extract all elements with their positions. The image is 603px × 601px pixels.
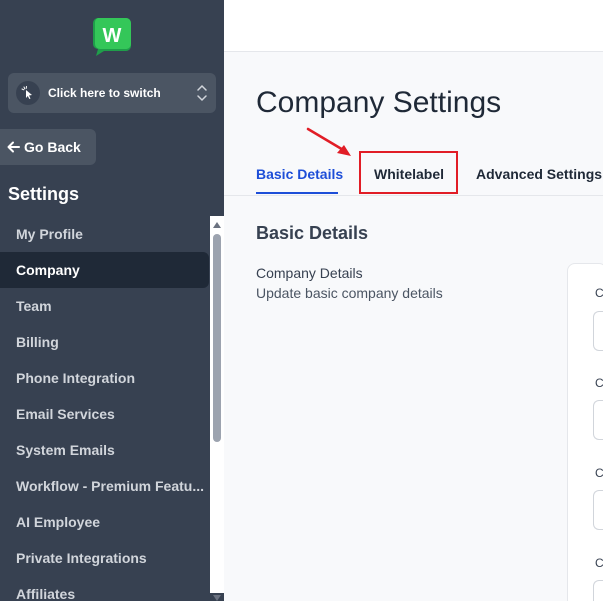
settings-title: Settings xyxy=(8,184,80,204)
scroll-down-icon[interactable] xyxy=(210,591,224,601)
company-field-input[interactable] xyxy=(593,580,603,601)
annotation-highlight-box xyxy=(359,151,458,194)
page-title: Company Settings xyxy=(256,86,502,119)
sidebar-item-workflow-premium[interactable]: Workflow - Premium Featu... xyxy=(0,468,210,504)
arrow-left-icon xyxy=(7,141,20,153)
company-details-subtitle: Update basic company details xyxy=(256,285,443,301)
go-back-button[interactable]: Go Back xyxy=(0,129,96,165)
switcher-label: Click here to switch xyxy=(48,86,161,100)
sidebar-item-system-emails[interactable]: System Emails xyxy=(0,432,210,468)
company-details-title: Company Details xyxy=(256,265,363,281)
tab-basic-details[interactable]: Basic Details xyxy=(256,166,343,182)
sidebar-item-email-services[interactable]: Email Services xyxy=(0,396,210,432)
sidebar-item-phone-integration[interactable]: Phone Integration xyxy=(0,360,210,396)
sidebar-item-company[interactable]: Company xyxy=(0,252,209,288)
company-field-input[interactable] xyxy=(593,311,603,351)
field-label: C xyxy=(595,286,603,300)
tab-advanced-settings[interactable]: Advanced Settings xyxy=(476,166,602,182)
scroll-thumb[interactable] xyxy=(213,234,221,442)
top-bar xyxy=(224,0,603,52)
cursor-click-icon xyxy=(16,81,40,105)
logo-icon[interactable]: W xyxy=(92,16,132,56)
sidebar-scrollbar[interactable] xyxy=(210,216,224,601)
go-back-label: Go Back xyxy=(24,139,81,155)
section-title: Basic Details xyxy=(256,223,369,243)
field-label: C xyxy=(595,466,603,480)
sidebar-item-ai-employee[interactable]: AI Employee xyxy=(0,504,210,540)
field-label: C xyxy=(595,556,603,570)
sidebar-item-private-integrations[interactable]: Private Integrations xyxy=(0,540,210,576)
company-details-card: C C C C xyxy=(567,263,603,601)
annotation-arrow-icon xyxy=(306,127,351,156)
company-field-input[interactable] xyxy=(593,400,603,440)
sidebar-item-my-profile[interactable]: My Profile xyxy=(0,216,210,252)
field-label: C xyxy=(595,376,603,390)
active-tab-indicator xyxy=(256,192,338,194)
sidebar-item-affiliates[interactable]: Affiliates xyxy=(0,576,210,601)
account-switcher[interactable]: Click here to switch xyxy=(8,73,216,113)
chevron-updown-icon xyxy=(196,82,208,104)
settings-nav: My Profile Company Team Billing Phone In… xyxy=(0,216,210,601)
company-field-input[interactable] xyxy=(593,490,603,530)
scroll-up-icon[interactable] xyxy=(210,218,224,232)
sidebar-item-billing[interactable]: Billing xyxy=(0,324,210,360)
sidebar-item-team[interactable]: Team xyxy=(0,288,210,324)
svg-text:W: W xyxy=(103,25,122,47)
sidebar: W Click here to switch Go Back Settings … xyxy=(0,0,224,601)
